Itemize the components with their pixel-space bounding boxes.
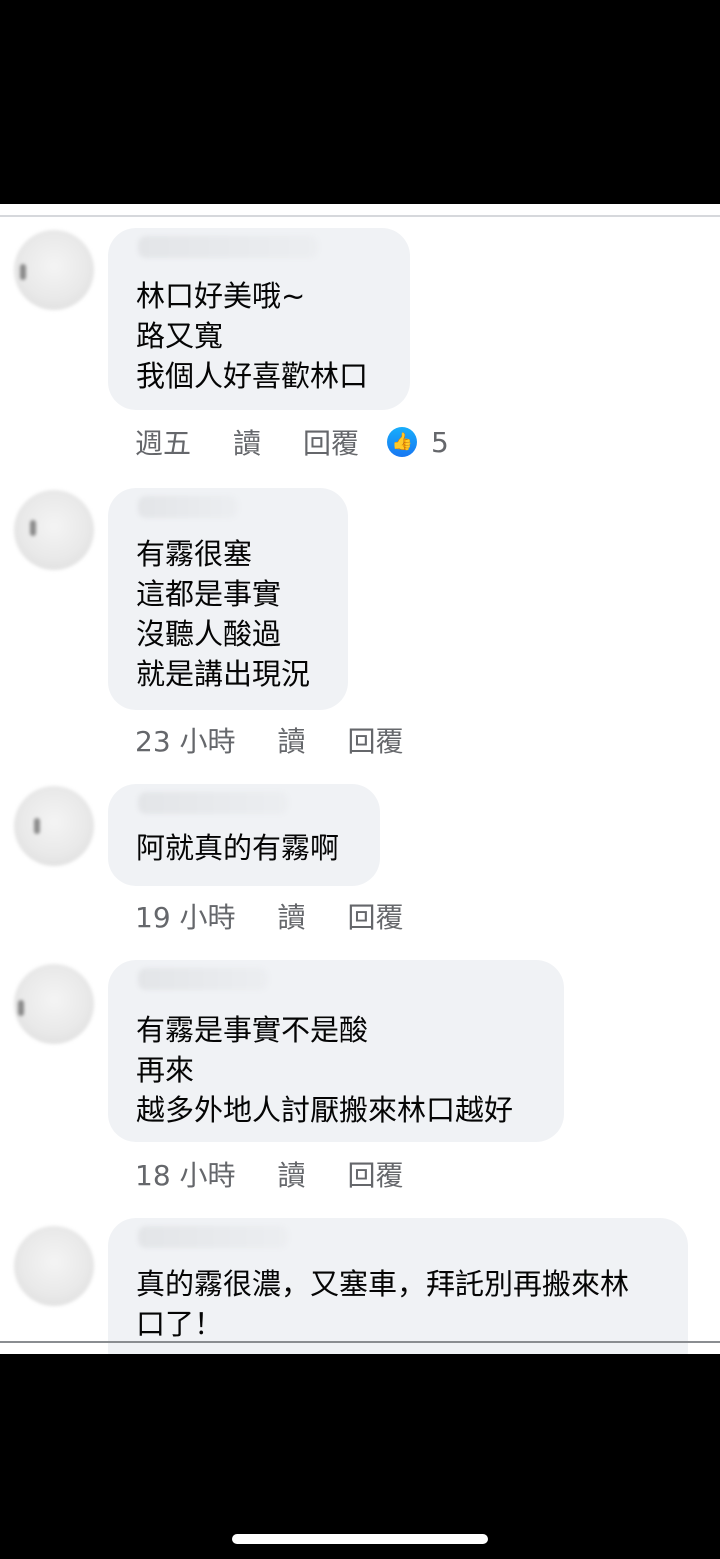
like-button[interactable]: 讀 (278, 1154, 306, 1194)
comment-meta: 23 小時 讀 回覆 (135, 720, 404, 760)
comment-bubble[interactable]: 有霧很塞 這都是事實 沒聽人酸過 就是講出現況 (108, 488, 348, 710)
commenter-name-blurred[interactable] (138, 792, 288, 814)
comment-meta: 週五 讀 回覆 👍 5 (135, 422, 449, 462)
like-button[interactable]: 讀 (233, 422, 261, 462)
comment-text-line: 沒聽人酸過 (136, 617, 282, 651)
comment-time[interactable]: 23 小時 (135, 720, 236, 760)
comment-text-line: 路又寬 (136, 319, 224, 353)
comment-bubble[interactable]: 有霧是事實不是酸 再來 越多外地人討厭搬來林口越好 (108, 960, 564, 1142)
reply-button[interactable]: 回覆 (348, 1154, 404, 1194)
like-thumb-icon: 👍 (387, 427, 418, 457)
avatar[interactable] (14, 230, 94, 310)
reaction-count: 5 (431, 425, 449, 459)
comment-text-line: 阿就真的有霧啊 (136, 831, 340, 865)
comment-bubble[interactable]: 林口好美哦~ 路又寬 我個人好喜歡林口 (108, 228, 410, 410)
comment-text-line: 越多外地人討厭搬來林口越好 (136, 1093, 514, 1127)
comment-meta: 19 小時 讀 回覆 (135, 896, 404, 936)
avatar[interactable] (14, 786, 94, 866)
comment-bubble[interactable]: 真的霧很濃，又塞車，拜託別再搬來林 口了！ (108, 1218, 688, 1354)
comment-text-line: 這都是事實 (136, 577, 282, 611)
comment-time[interactable]: 18 小時 (135, 1154, 236, 1194)
comment-thread: 林口好美哦~ 路又寬 我個人好喜歡林口 週五 讀 回覆 👍 5 有霧很塞 這都是… (0, 204, 720, 1354)
like-button[interactable]: 讀 (278, 720, 306, 760)
comment-text-line: 就是講出現況 (136, 657, 311, 691)
divider-bottom (0, 1341, 720, 1343)
avatar[interactable] (14, 964, 94, 1044)
comment-text-line: 我個人好喜歡林口 (136, 359, 369, 393)
reply-button[interactable]: 回覆 (348, 720, 404, 760)
avatar[interactable] (14, 1226, 94, 1306)
reaction-summary[interactable]: 👍 5 (387, 426, 449, 459)
comment-meta: 18 小時 讀 回覆 (135, 1154, 404, 1194)
avatar[interactable] (14, 490, 94, 570)
commenter-name-blurred[interactable] (138, 236, 318, 258)
comment-time[interactable]: 19 小時 (135, 896, 236, 936)
comment-time[interactable]: 週五 (135, 422, 191, 462)
commenter-name-blurred[interactable] (138, 968, 268, 990)
commenter-name-blurred[interactable] (138, 496, 238, 518)
reply-button[interactable]: 回覆 (303, 422, 359, 462)
comment-text-line: 有霧是事實不是酸 (136, 1013, 369, 1047)
comment-text-line: 林口好美哦~ (136, 279, 306, 313)
home-indicator[interactable] (232, 1534, 488, 1544)
comment-text-line: 口了！ (136, 1307, 224, 1341)
commenter-name-blurred[interactable] (138, 1226, 288, 1248)
reply-button[interactable]: 回覆 (348, 896, 404, 936)
divider-top (0, 215, 720, 217)
like-button[interactable]: 讀 (278, 896, 306, 936)
comment-text-line: 真的霧很濃，又塞車，拜託別再搬來林 (136, 1267, 630, 1301)
comment-text-line: 有霧很塞 (136, 537, 253, 571)
comment-text-line: 再來 (136, 1053, 195, 1087)
comment-bubble[interactable]: 阿就真的有霧啊 (108, 784, 380, 886)
